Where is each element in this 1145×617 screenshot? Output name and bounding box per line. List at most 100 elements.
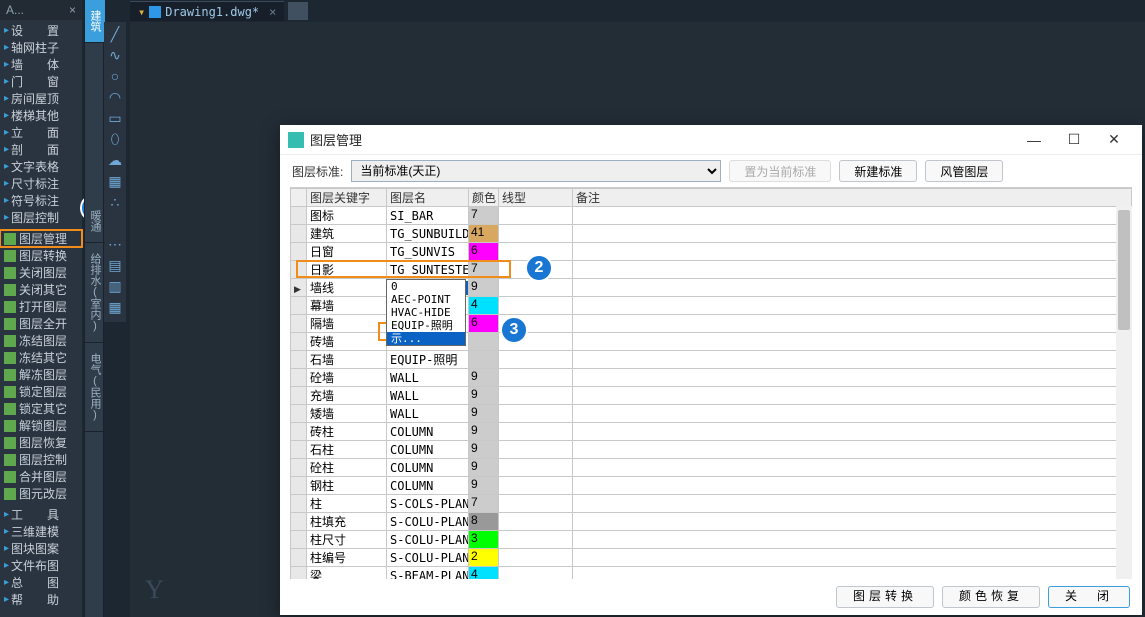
row-handle[interactable]	[291, 495, 307, 513]
cell-remark[interactable]	[573, 225, 1132, 243]
dropdown-item[interactable]: EQUIP-照明	[387, 319, 465, 332]
cell-remark[interactable]	[573, 333, 1132, 351]
minimize-button[interactable]: —	[1014, 126, 1054, 154]
cell-color[interactable]: 9	[469, 477, 499, 495]
cell-remark[interactable]	[573, 207, 1132, 225]
dropdown-item[interactable]: HVAC-HIDE	[387, 306, 465, 319]
tree-item[interactable]: ▸设 置	[0, 22, 82, 39]
cell-color[interactable]: 3	[469, 531, 499, 549]
tree-item[interactable]: ▸帮 助	[0, 591, 82, 608]
cell-remark[interactable]	[573, 459, 1132, 477]
cell-linetype[interactable]	[499, 459, 573, 477]
cell-linetype[interactable]	[499, 225, 573, 243]
dropdown-item[interactable]: AEC-POINT	[387, 293, 465, 306]
row-handle[interactable]	[291, 405, 307, 423]
cell-key[interactable]: 柱	[307, 495, 387, 513]
grid-header-cell[interactable]: 图层关键字	[307, 189, 387, 207]
cell-remark[interactable]	[573, 423, 1132, 441]
tree-item[interactable]: 冻结其它	[0, 349, 82, 366]
table-row[interactable]: 石墙EQUIP-照明	[291, 351, 1132, 369]
cell-color[interactable]: 9	[469, 369, 499, 387]
layer-name-dropdown[interactable]: 0AEC-POINTHVAC-HIDEEQUIP-照明示...	[386, 279, 466, 346]
cell-name[interactable]: TG_SUNVIS	[387, 243, 469, 261]
scrollbar-thumb[interactable]	[1118, 210, 1130, 330]
cloud-tool-icon[interactable]: ☁	[106, 151, 124, 169]
cell-name[interactable]: WALL	[387, 405, 469, 423]
panel-close-icon[interactable]: ×	[69, 3, 76, 17]
cell-color[interactable]: 9	[469, 279, 499, 297]
cell-key[interactable]: 砖墙	[307, 333, 387, 351]
tree-item[interactable]: ▸楼梯其他	[0, 107, 82, 124]
cell-name[interactable]: WALL	[387, 369, 469, 387]
row-handle[interactable]	[291, 459, 307, 477]
tree-item[interactable]: 关闭图层	[0, 264, 82, 281]
tree-item[interactable]: ▸剖 面	[0, 141, 82, 158]
tree-item[interactable]: 图元改层	[0, 485, 82, 502]
tree-item[interactable]: ▸立 面	[0, 124, 82, 141]
cell-remark[interactable]	[573, 387, 1132, 405]
standard-select[interactable]: 当前标准(天正)	[351, 160, 721, 182]
tree-item[interactable]: ▸文件布图	[0, 557, 82, 574]
cell-key[interactable]: 日影	[307, 261, 387, 279]
cell-key[interactable]: 图标	[307, 207, 387, 225]
cell-name[interactable]: S-COLU-PLAN-	[387, 531, 469, 549]
tree-item[interactable]: 图层全开	[0, 315, 82, 332]
arc-tool-icon[interactable]: ◠	[106, 88, 124, 106]
cell-linetype[interactable]	[499, 567, 573, 580]
table-row[interactable]: 梁S-BEAM-PLAN-4	[291, 567, 1132, 580]
table-row[interactable]: 建筑TG_SUNBUILD41	[291, 225, 1132, 243]
cell-linetype[interactable]	[499, 423, 573, 441]
table-row[interactable]: 柱编号S-COLU-PLAN-2	[291, 549, 1132, 567]
cell-key[interactable]: 隔墙	[307, 315, 387, 333]
cell-key[interactable]: 石墙	[307, 351, 387, 369]
cell-name[interactable]: COLUMN	[387, 459, 469, 477]
cell-key[interactable]: 钢柱	[307, 477, 387, 495]
tree-item[interactable]: 解冻图层	[0, 366, 82, 383]
cell-remark[interactable]	[573, 261, 1132, 279]
cell-key[interactable]: 幕墙	[307, 297, 387, 315]
cell-key[interactable]: 柱编号	[307, 549, 387, 567]
dropdown-item[interactable]: 示...	[387, 332, 465, 345]
tree-item[interactable]: 图层恢复	[0, 434, 82, 451]
table-row[interactable]: 柱S-COLS-PLAN-7	[291, 495, 1132, 513]
table-row[interactable]: 柱尺寸S-COLU-PLAN-3	[291, 531, 1132, 549]
cell-linetype[interactable]	[499, 369, 573, 387]
cell-color[interactable]: 2	[469, 549, 499, 567]
ellipse-tool-icon[interactable]: ⬯	[106, 130, 124, 148]
row-handle[interactable]	[291, 261, 307, 279]
row-handle[interactable]	[291, 207, 307, 225]
cell-linetype[interactable]	[499, 531, 573, 549]
row-handle[interactable]	[291, 279, 307, 297]
grid-header-cell[interactable]: 颜色	[469, 189, 499, 207]
tree-item[interactable]: ▸工 具	[0, 506, 82, 523]
cell-color[interactable]: 7	[469, 207, 499, 225]
cell-color[interactable]: 4	[469, 297, 499, 315]
table-row[interactable]: 日窗TG_SUNVIS6	[291, 243, 1132, 261]
tree-item[interactable]: 解锁图层	[0, 417, 82, 434]
cell-name[interactable]: TG_SUNTESTED	[387, 261, 469, 279]
cell-color[interactable]: 7	[469, 495, 499, 513]
color-restore-button[interactable]: 颜色恢复	[942, 586, 1040, 608]
row-handle[interactable]	[291, 297, 307, 315]
cell-remark[interactable]	[573, 531, 1132, 549]
table-row[interactable]: 钢柱COLUMN9	[291, 477, 1132, 495]
cell-name[interactable]: EQUIP-照明	[387, 351, 469, 369]
cell-linetype[interactable]	[499, 477, 573, 495]
row-handle[interactable]	[291, 477, 307, 495]
cell-name[interactable]: COLUMN	[387, 477, 469, 495]
tree-item[interactable]: ▸房间屋顶	[0, 90, 82, 107]
tree-item[interactable]: 合并图层	[0, 468, 82, 485]
cell-color[interactable]: 9	[469, 387, 499, 405]
cell-key[interactable]: 砼墙	[307, 369, 387, 387]
line-tool-icon[interactable]: ╱	[106, 25, 124, 43]
tree-item[interactable]: 图层管理	[0, 230, 82, 247]
row-handle[interactable]	[291, 315, 307, 333]
cell-color[interactable]: 6	[469, 315, 499, 333]
cell-remark[interactable]	[573, 495, 1132, 513]
row-handle[interactable]	[291, 351, 307, 369]
cell-linetype[interactable]	[499, 495, 573, 513]
duct-layer-button[interactable]: 风管图层	[925, 160, 1003, 182]
grid-scrollbar[interactable]	[1116, 206, 1132, 579]
tree-item[interactable]: ▸轴网柱子	[0, 39, 82, 56]
new-standard-button[interactable]: 新建标准	[839, 160, 917, 182]
